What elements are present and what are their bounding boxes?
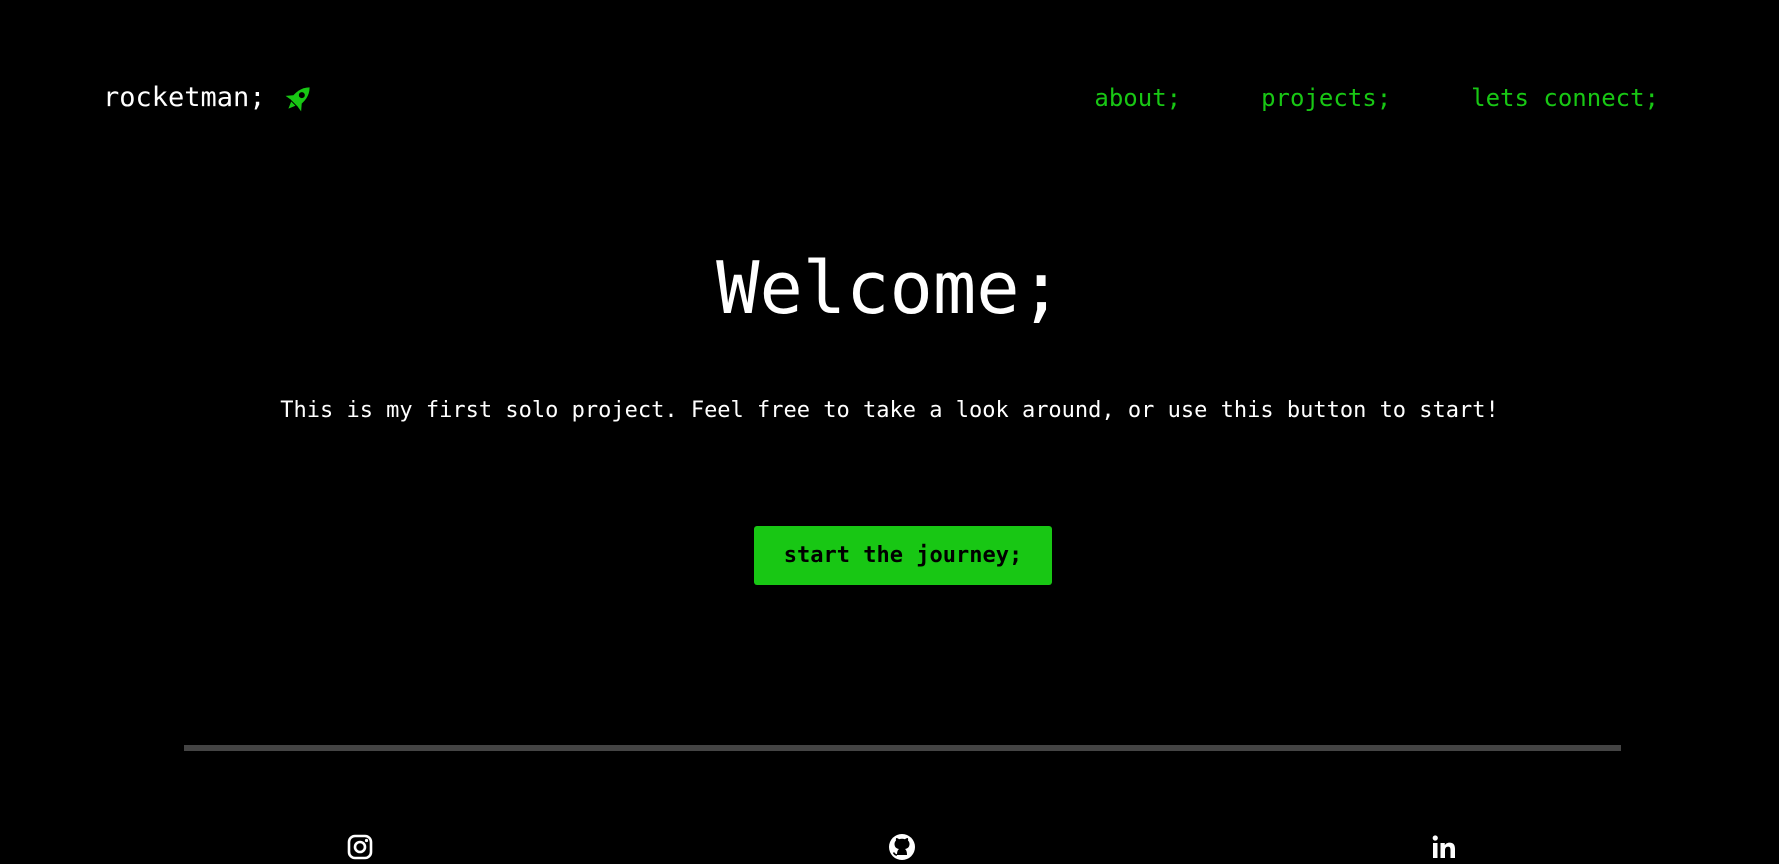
instagram-icon bbox=[346, 833, 374, 861]
nav-about-link[interactable]: about; bbox=[1094, 80, 1181, 116]
github-icon bbox=[888, 833, 916, 861]
hero-title: Welcome; bbox=[716, 246, 1063, 330]
rocket-icon bbox=[282, 81, 316, 115]
page: rocketman; about; projects; lets connect… bbox=[0, 0, 1779, 864]
github-link[interactable] bbox=[887, 832, 917, 862]
nav-projects-link[interactable]: projects; bbox=[1261, 80, 1391, 116]
main-nav: about; projects; lets connect; bbox=[1094, 80, 1659, 116]
start-journey-button[interactable]: start the journey; bbox=[754, 526, 1052, 585]
nav-connect-link[interactable]: lets connect; bbox=[1471, 80, 1659, 116]
brand-name: rocketman; bbox=[103, 82, 266, 113]
linkedin-link[interactable] bbox=[1429, 832, 1459, 862]
footer-divider bbox=[184, 745, 1621, 751]
linkedin-icon bbox=[1430, 833, 1458, 861]
brand-logo[interactable]: rocketman; bbox=[103, 76, 316, 120]
instagram-link[interactable] bbox=[345, 832, 375, 862]
hero-description: This is my first solo project. Feel free… bbox=[280, 398, 1499, 423]
